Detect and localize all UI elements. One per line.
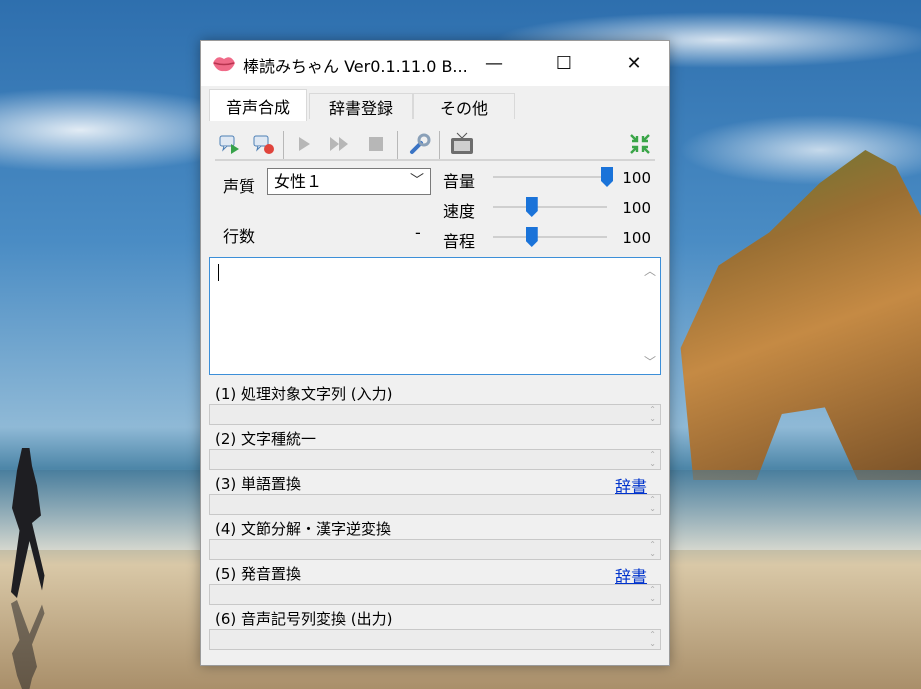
stage-4-label: (4) 文節分解・漢字逆変換 [215,520,392,538]
voice-select[interactable]: 女性１ ﹀ [267,168,431,195]
slider-thumb[interactable] [525,197,538,217]
lines-label: 行数 [223,227,256,246]
maximize-button[interactable]: ☐ [541,41,587,86]
stage-1-field[interactable]: ⌃ ⌄ [209,404,661,425]
stop-icon[interactable] [363,131,389,157]
window-title: 棒読みちゃん Ver0.1.11.0 B... [243,57,468,76]
minimize-button[interactable]: — [471,41,517,86]
toolbar-separator [439,131,440,159]
play-icon[interactable] [291,131,317,157]
collapse-arrows-icon[interactable] [627,131,653,157]
stage-5-label: (5) 発音置換 [215,565,302,583]
tab-other[interactable]: その他 [413,93,515,119]
scroll-down-icon[interactable]: ﹀ [644,353,656,370]
lips-icon [213,57,235,72]
toolbar-separator [397,131,398,159]
stage-2-label: (2) 文字種統一 [215,430,317,448]
title-bar[interactable]: 棒読みちゃん Ver0.1.11.0 B... — ☐ ✕ [201,41,669,86]
maximize-icon: ☐ [555,53,573,74]
text-caret [218,264,219,281]
mini-scroll-icon[interactable]: ⌃ ⌄ [649,540,656,558]
tab-strip: 音声合成 辞書登録 その他 [209,89,665,121]
textarea-scrollbar[interactable]: ︿ ﹀ [640,258,660,374]
volume-label: 音量 [443,172,476,191]
chevron-down-icon: ﹀ [410,173,424,189]
pitch-slider[interactable] [493,227,607,247]
mini-scroll-icon[interactable]: ⌃ ⌄ [649,450,656,468]
stage-2-field[interactable]: ⌃ ⌄ [209,449,661,470]
speed-label: 速度 [443,202,476,221]
speech-panel: 声質 女性１ ﹀ 行数 - 音量 100 速度 100 音程 100 ︿ ﹀ (… [207,119,663,663]
stage-6-field[interactable]: ⌃ ⌄ [209,629,661,650]
scroll-up-icon[interactable]: ︿ [644,262,656,279]
pitch-value: 100 [622,229,651,247]
pitch-label: 音程 [443,232,476,251]
close-button[interactable]: ✕ [611,41,657,86]
stage-4-field[interactable]: ⌃ ⌄ [209,539,661,560]
voice-select-value: 女性１ [274,172,323,191]
stage-5-field[interactable]: ⌃ ⌄ [209,584,661,605]
close-icon: ✕ [626,53,642,74]
slider-track [493,206,607,208]
speech-stop-icon[interactable] [251,131,277,157]
wrench-icon[interactable] [407,131,433,157]
toolbar-divider [215,159,655,161]
volume-slider[interactable] [493,167,613,187]
background-runner-reflection [11,600,45,689]
speech-play-icon[interactable] [217,131,243,157]
lines-value: - [415,223,421,242]
speed-slider[interactable] [493,197,607,217]
slider-track [493,236,607,238]
voice-label: 声質 [223,177,256,196]
stage-1-label: (1) 処理対象文字列 (入力) [215,385,393,403]
app-window: 棒読みちゃん Ver0.1.11.0 B... — ☐ ✕ 音声合成 辞書登録 … [200,40,670,666]
background-cliff [680,150,921,480]
stage-3-field[interactable]: ⌃ ⌄ [209,494,661,515]
mini-scroll-icon[interactable]: ⌃ ⌄ [649,630,656,648]
mini-scroll-icon[interactable]: ⌃ ⌄ [649,405,656,423]
tab-dictionary[interactable]: 辞書登録 [309,93,413,119]
mini-scroll-icon[interactable]: ⌃ ⌄ [649,585,656,603]
slider-track [493,176,607,178]
speed-value: 100 [622,199,651,217]
volume-value: 100 [622,169,651,187]
minimize-icon: — [485,53,503,74]
toolbar-separator [283,131,284,159]
mini-scroll-icon[interactable]: ⌃ ⌄ [649,495,656,513]
input-textarea[interactable]: ︿ ﹀ [209,257,661,375]
tab-speech-synthesis[interactable]: 音声合成 [209,89,307,121]
slider-thumb[interactable] [525,227,538,247]
tv-icon[interactable] [449,131,475,157]
skip-icon[interactable] [327,131,353,157]
toolbar [215,127,655,159]
stage-6-label: (6) 音声記号列変換 (出力) [215,610,393,628]
stage-3-label: (3) 単語置換 [215,475,302,493]
